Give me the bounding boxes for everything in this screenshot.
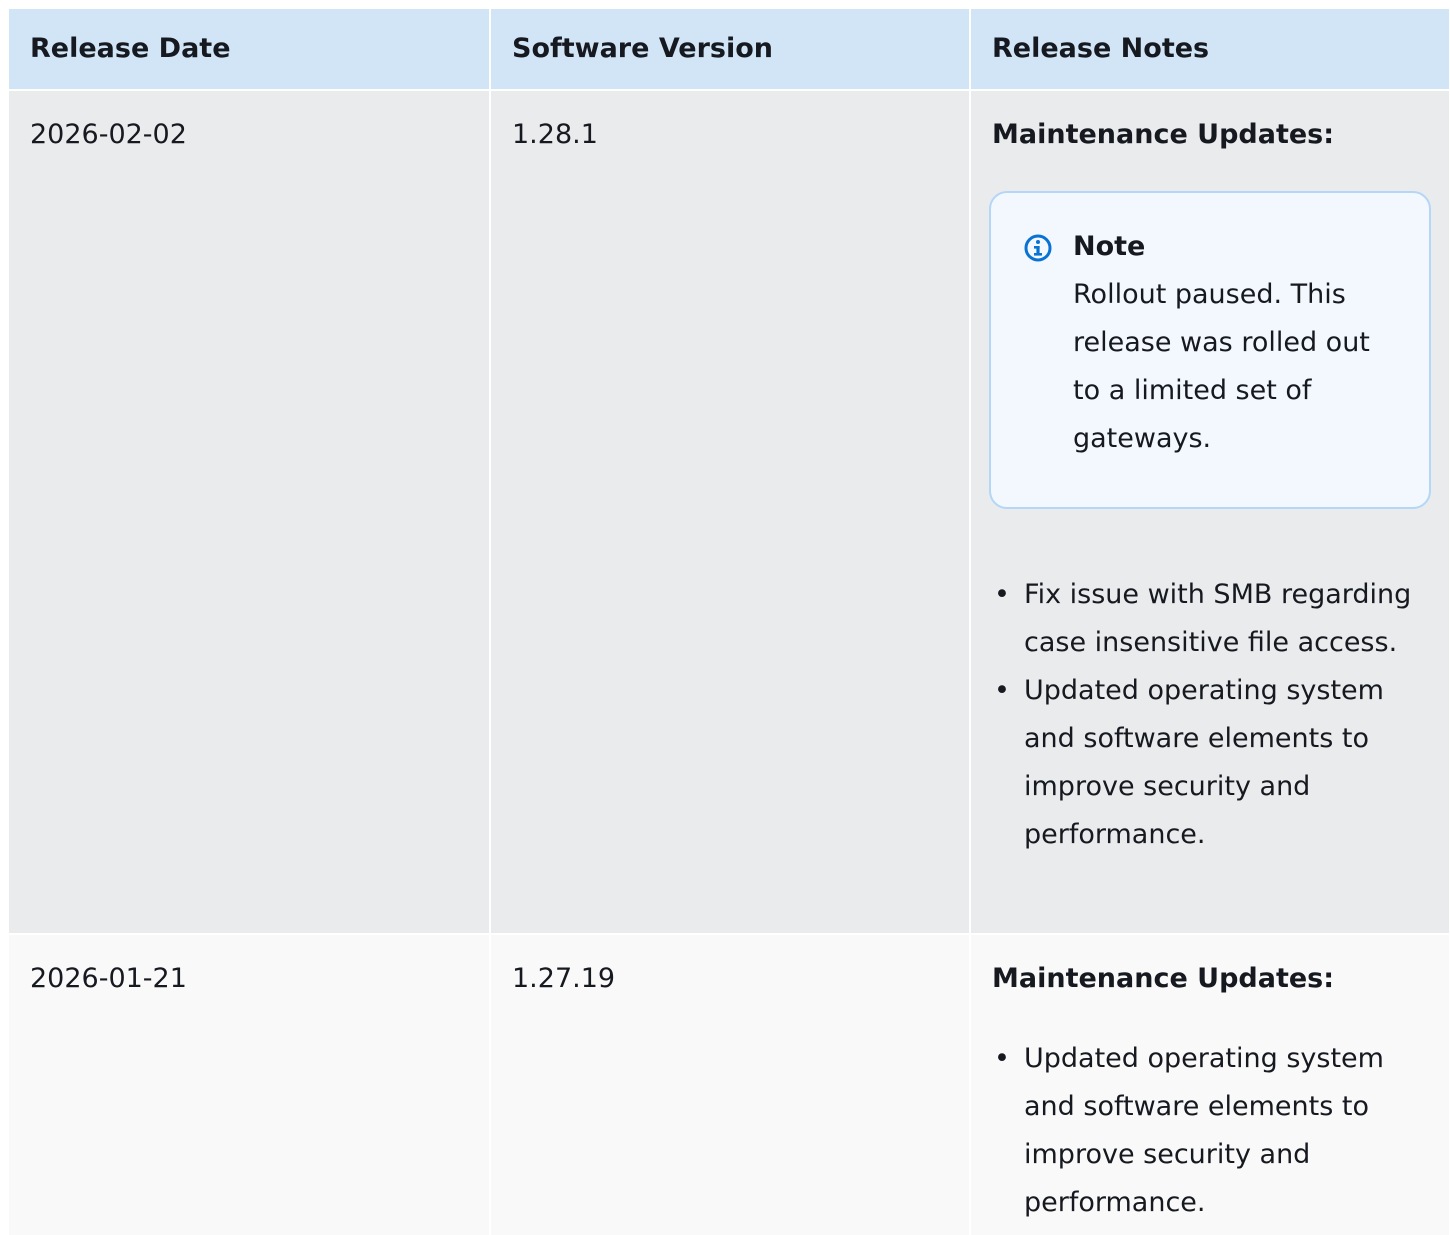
table-row: 2026-02-02 1.28.1 Maintenance Updates: N…: [9, 91, 1449, 935]
release-notes-list: Updated operating system and software el…: [992, 1035, 1429, 1227]
list-item: Updated operating system and software el…: [992, 667, 1429, 859]
software-version-cell: 1.27.19: [489, 935, 969, 1235]
table-header-row: Release Date Software Version Release No…: [9, 9, 1449, 91]
column-header-release-date: Release Date: [30, 33, 231, 64]
note-title: Note: [1073, 231, 1146, 262]
release-notes-cell: Maintenance Updates: Note Rollout paused…: [969, 91, 1449, 933]
note-body: Rollout paused. This release was rolled …: [1073, 279, 1370, 454]
release-date-cell: 2026-01-21: [30, 963, 187, 994]
release-notes-list: Fix issue with SMB regarding case insens…: [992, 571, 1429, 859]
info-icon: [1024, 234, 1052, 262]
column-header-software-version: Software Version: [489, 9, 969, 89]
release-notes-table: Release Date Software Version Release No…: [9, 9, 1449, 1235]
note-callout: Note Rollout paused. This release was ro…: [989, 191, 1431, 509]
notes-heading: Maintenance Updates:: [992, 119, 1335, 150]
column-header-release-notes: Release Notes: [969, 9, 1449, 89]
software-version-cell: 1.28.1: [489, 91, 969, 933]
list-item: Fix issue with SMB regarding case insens…: [992, 571, 1429, 667]
notes-heading: Maintenance Updates:: [992, 963, 1335, 994]
table-row: 2026-01-21 1.27.19 Maintenance Updates: …: [9, 935, 1449, 1235]
release-notes-cell: Maintenance Updates: Updated operating s…: [969, 935, 1449, 1235]
list-item: Updated operating system and software el…: [992, 1035, 1429, 1227]
release-date-cell: 2026-02-02: [30, 119, 187, 150]
